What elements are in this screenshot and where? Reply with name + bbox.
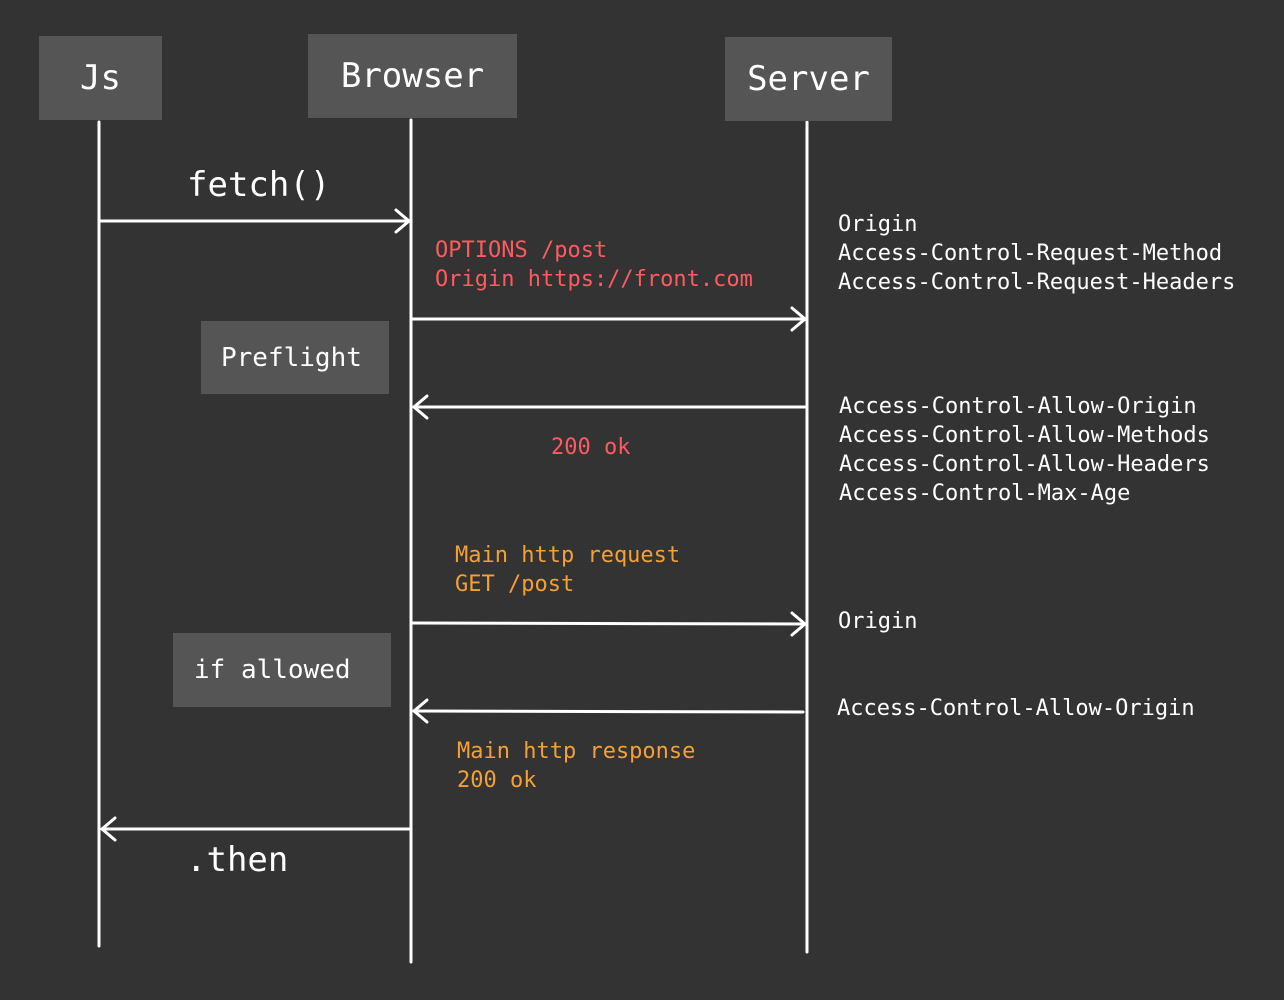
main-request-headers: Origin: [838, 607, 917, 636]
preflight-response-arrow: [411, 394, 807, 420]
header-item: Access-Control-Allow-Methods: [839, 423, 1210, 448]
actor-server: Server: [725, 37, 892, 121]
actor-js: Js: [39, 36, 162, 120]
sequence-diagram: Js Browser Server fetch() .then Prefligh…: [0, 0, 1284, 1000]
preflight-note-label: Preflight: [221, 342, 362, 373]
then-arrow: [99, 816, 411, 842]
main-request-line1: Main http request: [455, 543, 681, 568]
if-allowed-note-label: if allowed: [194, 655, 351, 685]
actor-browser-label: Browser: [340, 56, 485, 96]
header-item: Access-Control-Allow-Origin: [837, 696, 1195, 721]
preflight-request-line2: Origin https://front.com: [435, 267, 753, 292]
fetch-label: fetch(): [187, 165, 331, 205]
preflight-request-line1: OPTIONS /post: [435, 238, 608, 263]
actor-browser: Browser: [308, 34, 517, 118]
if-allowed-note: if allowed: [173, 633, 391, 707]
fetch-arrow: [97, 208, 412, 234]
header-item: Origin: [838, 212, 918, 237]
actor-js-label: Js: [80, 58, 121, 98]
header-item: Origin: [838, 609, 918, 634]
main-response-line2: 200 ok: [457, 768, 537, 793]
actor-server-label: Server: [747, 59, 870, 99]
header-item: Access-Control-Request-Method: [838, 241, 1223, 266]
preflight-request-arrow: [409, 306, 808, 332]
main-request-arrow: [409, 611, 808, 637]
then-label: .then: [186, 840, 289, 880]
header-item: Access-Control-Allow-Origin: [839, 394, 1197, 419]
main-response-text: Main http response 200 ok: [457, 737, 695, 795]
main-request-line2: GET /post: [455, 572, 575, 597]
preflight-response-status: 200 ok: [551, 435, 631, 460]
header-item: Access-Control-Max-Age: [839, 481, 1131, 506]
main-response-line1: Main http response: [457, 739, 696, 764]
main-request-text: Main http request GET /post: [455, 541, 680, 599]
header-item: Access-Control-Allow-Headers: [839, 452, 1210, 477]
preflight-request-headers: Origin Access-Control-Request-Method Acc…: [838, 210, 1235, 297]
header-item: Access-Control-Request-Headers: [838, 270, 1236, 295]
preflight-request-text: OPTIONS /post Origin https://front.com: [435, 236, 753, 294]
preflight-note: Preflight: [201, 321, 389, 394]
main-response-arrow: [411, 698, 805, 724]
preflight-response-headers: Access-Control-Allow-Origin Access-Contr…: [839, 392, 1210, 508]
main-response-headers: Access-Control-Allow-Origin: [837, 694, 1195, 723]
